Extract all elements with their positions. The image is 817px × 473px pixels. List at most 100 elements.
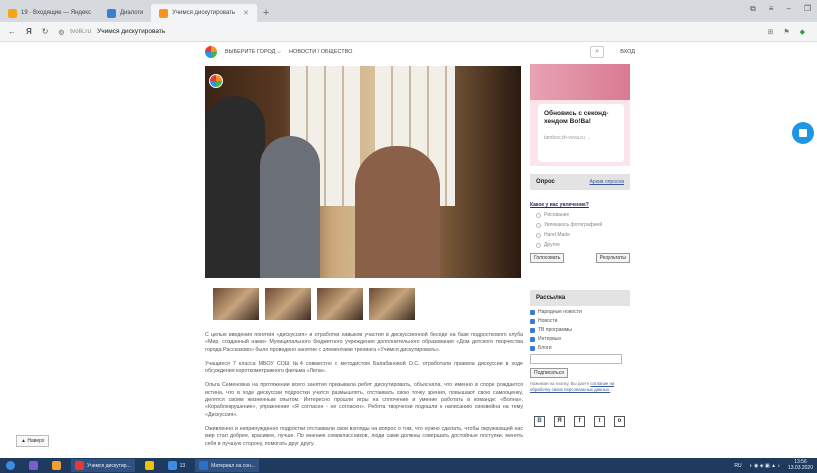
subscribe-button[interactable]: Подписаться — [530, 368, 568, 378]
tab-label: Учимся дискутировать — [172, 10, 236, 16]
poll-header: Опрос Архив опросов — [530, 174, 630, 190]
tab-label: Диалоги — [119, 10, 144, 16]
taskbar-item[interactable] — [48, 459, 65, 472]
twitter-icon[interactable]: t — [594, 416, 605, 427]
subscribe-option[interactable]: Новости — [530, 318, 630, 324]
checkbox[interactable] — [530, 309, 535, 315]
thumbnail[interactable] — [317, 288, 363, 320]
restore-icon[interactable]: ❐ — [804, 4, 811, 14]
facebook-icon[interactable]: f — [574, 416, 585, 427]
mail-icon — [8, 8, 17, 18]
radio-button[interactable] — [536, 222, 541, 228]
thumbnail[interactable] — [265, 288, 311, 320]
close-tab-icon[interactable]: ✕ — [243, 9, 249, 17]
radio-button[interactable] — [536, 232, 541, 238]
results-button[interactable]: Результаты — [595, 253, 630, 263]
taskbar-item[interactable]: Материал на сон... — [195, 459, 259, 472]
checkbox[interactable] — [530, 318, 535, 324]
photo-person — [205, 96, 265, 278]
back-arrow-icon[interactable]: ← — [8, 27, 16, 36]
explorer-icon — [52, 461, 61, 470]
ad-link[interactable]: tambov.sh-vova.ru → — [544, 135, 618, 141]
poll-title: Опрос — [536, 179, 555, 185]
subscribe-option[interactable]: Народные новости — [530, 309, 630, 315]
web-page: ВЫБЕРИТЕ ГОРОД ⌵ НОВОСТИ / ОБЩЕСТВО ⌕ ВХ… — [0, 42, 817, 458]
poll-option[interactable]: Рисование — [530, 212, 630, 218]
tab-dialogs[interactable]: Диалоги — [99, 4, 151, 22]
app-icon — [144, 461, 154, 470]
tray-icons[interactable]: ◐ ◉ ◈ ▣ ▲ ♪ — [750, 463, 780, 469]
nav-news[interactable]: НОВОСТИ / ОБЩЕСТВО — [289, 49, 352, 55]
thumbnail[interactable] — [369, 288, 415, 320]
odnoklassniki-icon[interactable]: o — [614, 416, 625, 427]
city-select[interactable]: ВЫБЕРИТЕ ГОРОД ⌵ — [225, 49, 281, 56]
photo-thumbnails — [213, 288, 415, 320]
tab-article[interactable]: Учимся дискутировать ✕ — [151, 4, 257, 22]
site-logo-badge — [209, 74, 223, 88]
article-paragraph: Оживленно и непринужденно подростки отст… — [205, 425, 523, 447]
article-photo[interactable] — [205, 66, 521, 278]
vk-icon[interactable]: В — [534, 416, 545, 427]
chat-icon[interactable] — [792, 122, 814, 144]
social-links: В Я f t o — [534, 416, 625, 427]
url-host: tvolk.ru — [70, 28, 92, 35]
poll-option[interactable]: Hand Made — [530, 232, 630, 238]
article-body: С целью введения понятия «дискуссия» и о… — [205, 332, 523, 455]
back-to-top-button[interactable]: ▲ Наверх — [16, 435, 50, 447]
taskbar-item[interactable] — [141, 459, 158, 472]
search-icon[interactable]: ⌕ — [590, 46, 605, 58]
word-icon — [199, 461, 209, 470]
checkbox[interactable] — [530, 336, 535, 342]
checkbox[interactable] — [530, 345, 535, 351]
checkbox[interactable] — [530, 327, 535, 333]
email-field[interactable] — [530, 354, 622, 364]
yandex-icon[interactable]: Я — [26, 27, 32, 36]
folder-icon — [167, 461, 177, 470]
subscribe-option[interactable]: Интервью — [530, 336, 630, 342]
window-controls: ⧉ ≡ – ❐ — [750, 4, 811, 14]
article-paragraph: С целью введения понятия «дискуссия» и о… — [205, 332, 523, 353]
subscribe-header: Рассылка — [530, 290, 630, 306]
lock-icon: ◎ — [58, 28, 65, 36]
poll-archive-link[interactable]: Архив опросов — [590, 179, 624, 185]
poll-option[interactable]: Другое — [530, 242, 630, 248]
photo-person — [355, 146, 440, 278]
dialogs-icon — [106, 8, 116, 18]
radio-button[interactable] — [536, 242, 541, 248]
vote-button[interactable]: Голосовать — [530, 253, 565, 263]
site-favicon — [159, 8, 169, 18]
menu-icon[interactable]: ≡ — [769, 4, 774, 14]
url-title: Учимся дискутировать — [97, 28, 166, 35]
taskbar: Учимся дискутир... 13 Материал на сон...… — [0, 458, 817, 473]
clock[interactable]: 13:56 13.03.2020 — [788, 459, 813, 471]
poll-option[interactable]: Увлекаюсь фотографией — [530, 222, 630, 228]
tab-mail[interactable]: 19 · Входящие — Яндекс — [0, 4, 99, 22]
taskbar-item[interactable] — [25, 459, 42, 472]
photo-person — [260, 136, 320, 278]
reader-icon[interactable]: ⊞ — [767, 28, 773, 36]
site-logo[interactable] — [205, 46, 217, 58]
extension-icon[interactable]: ◆ — [800, 28, 805, 36]
subscribe-option[interactable]: Блоги — [530, 345, 630, 351]
thumbnail[interactable] — [213, 288, 259, 320]
new-tab-button[interactable]: + — [257, 4, 275, 22]
yandex-browser-icon — [75, 461, 84, 470]
url-field[interactable]: ◎ tvolk.ru Учимся дискутировать — [58, 28, 165, 36]
consent-note: Нажимая на кнопку, Вы даете согласие на … — [530, 381, 615, 392]
sidebar-ad[interactable]: Обновись с секонд-хендом Во!Ва! tambov.s… — [530, 64, 630, 166]
system-tray: RU ◐ ◉ ◈ ▣ ▲ ♪ 13:56 13.03.2020 — [734, 459, 817, 471]
radio-button[interactable] — [536, 212, 541, 218]
address-bar: ← Я ↻ ◎ tvolk.ru Учимся дискутировать ⊞ … — [0, 22, 817, 42]
login-link[interactable]: ВХОД — [620, 49, 635, 55]
bookmark-icon[interactable]: ⚑ — [783, 28, 789, 36]
subscribe-option[interactable]: ТВ программы — [530, 327, 630, 333]
reload-icon[interactable]: ↻ — [42, 27, 49, 36]
browser-icon — [29, 461, 38, 470]
start-button[interactable] — [2, 459, 19, 472]
yandex-icon[interactable]: Я — [554, 416, 565, 427]
tabs-icon[interactable]: ⧉ — [750, 4, 756, 14]
taskbar-item[interactable]: Учимся дискутир... — [71, 459, 135, 472]
minimize-icon[interactable]: – — [786, 4, 790, 14]
language-indicator[interactable]: RU — [734, 463, 741, 469]
taskbar-item[interactable]: 13 — [164, 459, 190, 472]
